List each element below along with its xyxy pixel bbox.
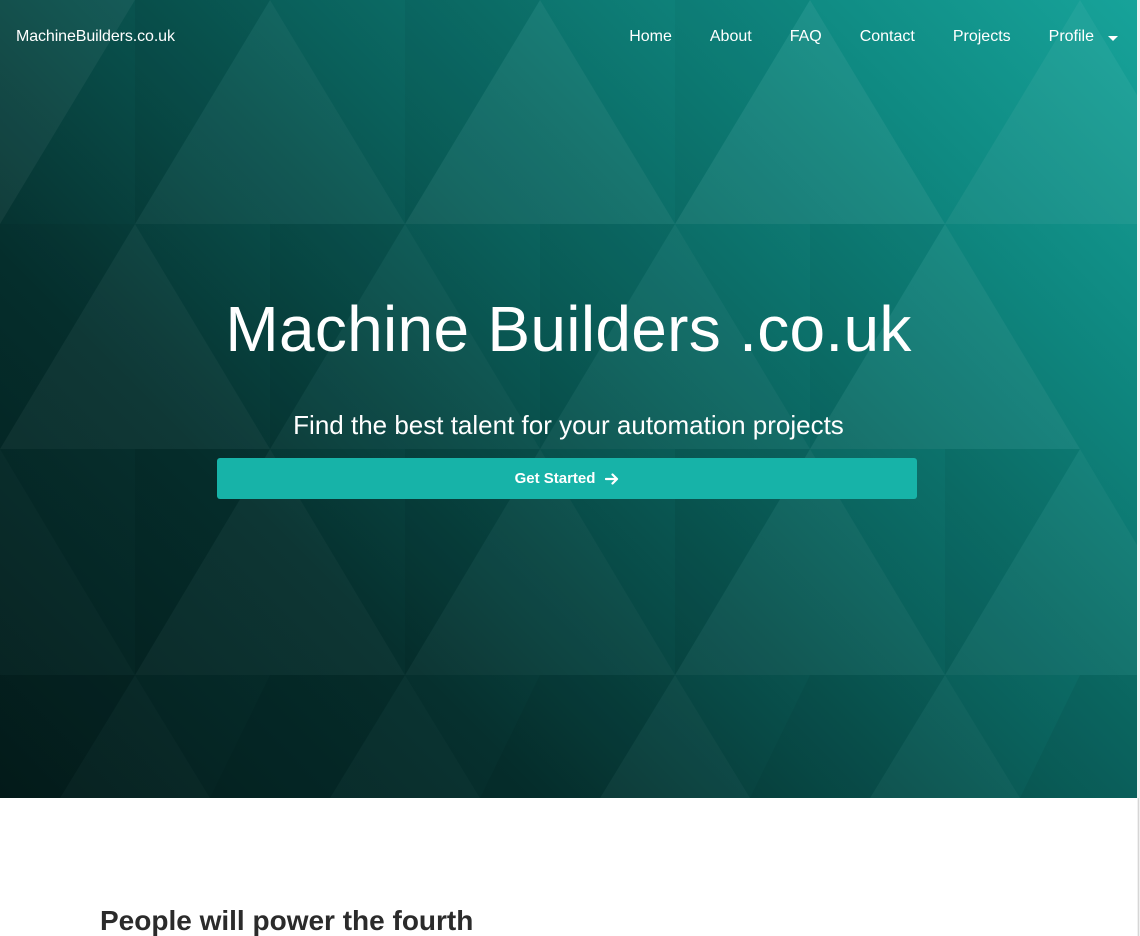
hero-title: Machine Builders .co.uk xyxy=(225,293,912,365)
brand-link[interactable]: MachineBuilders.co.uk xyxy=(16,28,175,46)
nav-link-about[interactable]: About xyxy=(710,28,752,46)
nav-link-projects[interactable]: Projects xyxy=(953,28,1011,46)
arrow-right-icon xyxy=(605,472,619,485)
nav-link-faq[interactable]: FAQ xyxy=(790,28,822,46)
nav-link-home[interactable]: Home xyxy=(629,28,672,46)
profile-label[interactable]: Profile xyxy=(1049,28,1094,46)
top-navbar: MachineBuilders.co.uk Home About FAQ Con… xyxy=(0,0,1137,78)
nav-link-contact[interactable]: Contact xyxy=(860,28,915,46)
section-heading: People will power the fourth xyxy=(100,905,474,936)
hero-section: MachineBuilders.co.uk Home About FAQ Con… xyxy=(0,0,1137,798)
hero-subtitle: Find the best talent for your automation… xyxy=(293,410,844,440)
profile-dropdown[interactable]: Profile xyxy=(1049,28,1118,46)
triangle-pattern-background xyxy=(0,0,1137,798)
nav-links: Home About FAQ Contact Projects Profile xyxy=(629,28,1118,46)
get-started-button[interactable]: Get Started xyxy=(217,458,917,499)
get-started-label: Get Started xyxy=(514,470,596,487)
caret-down-icon[interactable] xyxy=(1108,35,1118,41)
